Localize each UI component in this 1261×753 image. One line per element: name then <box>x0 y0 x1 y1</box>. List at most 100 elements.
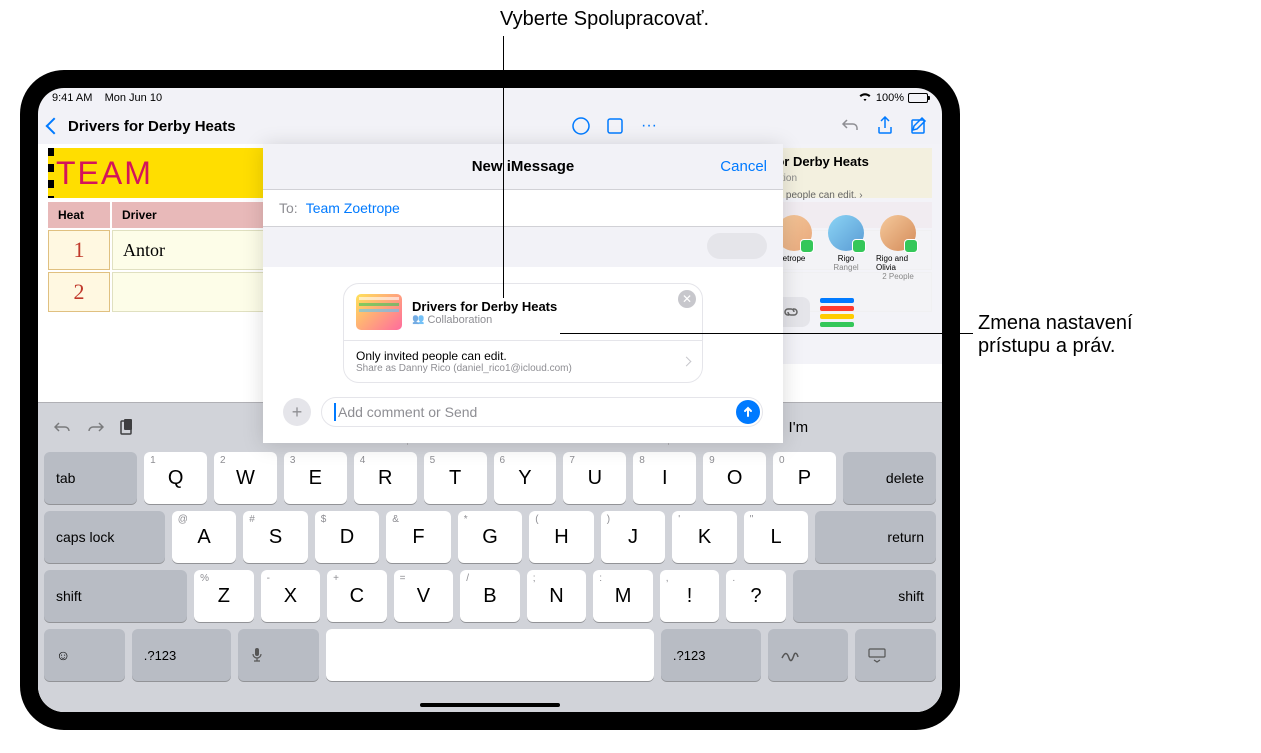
return-key[interactable]: return <box>815 511 936 563</box>
handwriting-key[interactable] <box>768 629 849 681</box>
space-key[interactable] <box>326 629 654 681</box>
doc-thumbnail <box>356 294 402 330</box>
messages-badge-icon <box>904 239 918 253</box>
card-sub: 👥 Collaboration <box>412 314 690 326</box>
key-w[interactable]: 2W <box>214 452 277 504</box>
symbols-key[interactable]: .?123 <box>132 629 232 681</box>
key-j[interactable]: )J <box>601 511 666 563</box>
home-indicator[interactable] <box>420 703 560 707</box>
key-hint: 2 <box>220 455 226 466</box>
add-attachment-button[interactable]: + <box>283 398 311 426</box>
send-button[interactable] <box>736 400 760 424</box>
new-imessage-modal: New iMessage Cancel To: Team Zoetrope ✕ … <box>263 144 783 443</box>
share-icon[interactable] <box>872 113 898 139</box>
redo-icon[interactable] <box>84 416 106 438</box>
key-hint: & <box>392 514 399 525</box>
person-sub: Rangel <box>833 263 858 272</box>
to-field[interactable]: To: Team Zoetrope <box>263 190 783 227</box>
key-k[interactable]: 'K <box>672 511 737 563</box>
key-e[interactable]: 3E <box>284 452 347 504</box>
shift-key[interactable]: shift <box>793 570 936 622</box>
input-placeholder: Add comment or Send <box>338 404 477 420</box>
prev-bubble <box>707 233 767 259</box>
text-cursor <box>334 403 336 421</box>
delete-key[interactable]: delete <box>843 452 936 504</box>
key-m[interactable]: :M <box>593 570 653 622</box>
status-right: 100% <box>858 92 928 105</box>
remove-attachment-button[interactable]: ✕ <box>678 290 696 308</box>
permissions-row[interactable]: Only invited people can edit. Share as D… <box>344 340 702 382</box>
to-value: Team Zoetrope <box>306 200 400 216</box>
key-label: T <box>449 467 461 490</box>
message-input[interactable]: Add comment or Send <box>321 397 763 427</box>
key-y[interactable]: 6Y <box>494 452 557 504</box>
key-label: A <box>197 526 210 549</box>
key-i[interactable]: 8I <box>633 452 696 504</box>
key-hint: 3 <box>290 455 296 466</box>
key-label: G <box>482 526 498 549</box>
more-icon[interactable]: ··· <box>636 113 662 139</box>
person[interactable]: Rigo Rangel <box>824 215 868 281</box>
emoji-key[interactable]: ☺ <box>44 629 125 681</box>
key-label: B <box>483 585 496 608</box>
key-label: O <box>727 467 743 490</box>
messages-badge-icon <box>852 239 866 253</box>
share-people: etrope Rigo Rangel Rigo and Olivia 2 Peo… <box>772 215 932 281</box>
capslock-key[interactable]: caps lock <box>44 511 165 563</box>
key-x[interactable]: -X <box>261 570 321 622</box>
card-title: Drivers for Derby Heats <box>412 299 690 314</box>
key-v[interactable]: =V <box>394 570 454 622</box>
dictate-key[interactable] <box>238 629 319 681</box>
key-hint: $ <box>321 514 327 525</box>
key-l[interactable]: "L <box>744 511 809 563</box>
key-f[interactable]: &F <box>386 511 451 563</box>
key-label: Y <box>518 467 531 490</box>
shift-key[interactable]: shift <box>44 570 187 622</box>
key-s[interactable]: #S <box>243 511 308 563</box>
key-a[interactable]: @A <box>172 511 237 563</box>
share-perm-text: ed people can edit. <box>772 190 857 201</box>
format-icon[interactable] <box>568 113 594 139</box>
key-?[interactable]: .? <box>726 570 786 622</box>
key-![interactable]: ,! <box>660 570 720 622</box>
insert-icon[interactable] <box>602 113 628 139</box>
hide-keyboard-key[interactable] <box>855 629 936 681</box>
callout-right-l2: prístupu a práv. <box>978 335 1133 358</box>
key-o[interactable]: 9O <box>703 452 766 504</box>
callout-line-right <box>560 333 973 334</box>
battery-icon <box>908 93 928 103</box>
person-name: Rigo <box>838 254 854 263</box>
key-hint: 1 <box>150 455 156 466</box>
key-b[interactable]: /B <box>460 570 520 622</box>
key-z[interactable]: %Z <box>194 570 254 622</box>
key-label: W <box>236 467 255 490</box>
symbols-key[interactable]: .?123 <box>661 629 761 681</box>
key-label: Q <box>168 467 184 490</box>
tab-key[interactable]: tab <box>44 452 137 504</box>
key-label: P <box>798 467 811 490</box>
card-top[interactable]: Drivers for Derby Heats 👥 Collaboration <box>344 284 702 340</box>
key-h[interactable]: (H <box>529 511 594 563</box>
key-d[interactable]: $D <box>315 511 380 563</box>
undo-icon[interactable] <box>52 416 74 438</box>
person[interactable]: Rigo and Olivia 2 People <box>876 215 920 281</box>
clipboard-icon[interactable] <box>116 416 138 438</box>
key-p[interactable]: 0P <box>773 452 836 504</box>
key-t[interactable]: 5T <box>424 452 487 504</box>
undo-icon[interactable] <box>838 113 864 139</box>
chevron-right-icon <box>682 357 692 367</box>
format-palette[interactable] <box>820 298 854 327</box>
key-r[interactable]: 4R <box>354 452 417 504</box>
key-c[interactable]: +C <box>327 570 387 622</box>
key-u[interactable]: 7U <box>563 452 626 504</box>
compose-icon[interactable] <box>906 113 932 139</box>
perm-sub: Share as Danny Rico (daniel_rico1@icloud… <box>356 363 572 374</box>
cancel-button[interactable]: Cancel <box>720 158 767 175</box>
share-perm[interactable]: ed people can edit. › <box>772 190 932 201</box>
person-name: Rigo and Olivia <box>876 254 920 272</box>
back-button[interactable] <box>46 118 63 135</box>
key-n[interactable]: ;N <box>527 570 587 622</box>
key-label: N <box>549 585 563 608</box>
key-q[interactable]: 1Q <box>144 452 207 504</box>
key-g[interactable]: *G <box>458 511 523 563</box>
